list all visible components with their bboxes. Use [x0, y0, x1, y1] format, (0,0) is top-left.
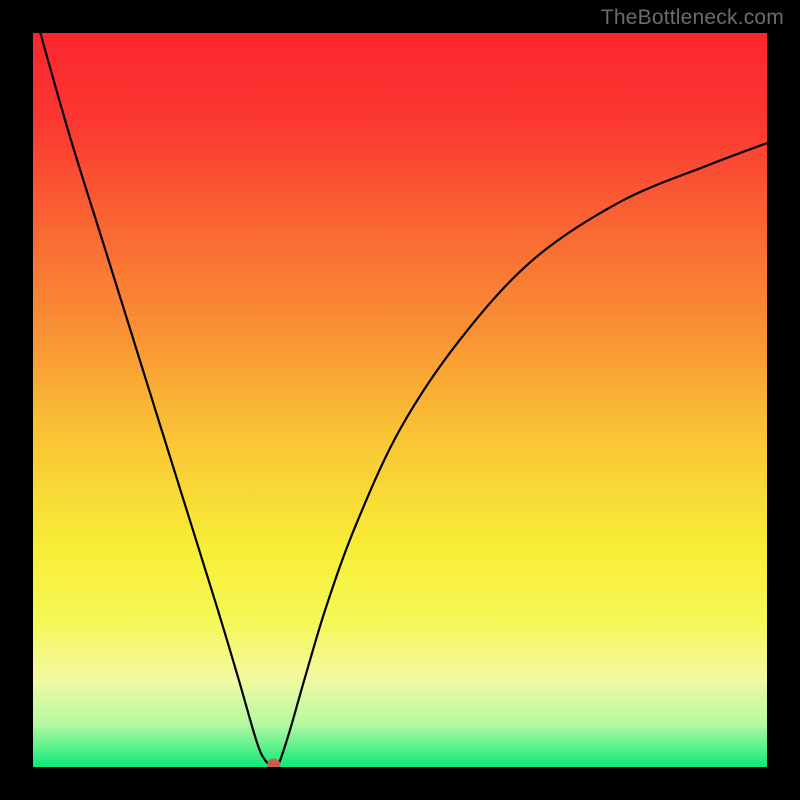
plot-area	[33, 33, 767, 767]
minimum-marker	[267, 759, 280, 767]
bottleneck-curve	[40, 33, 767, 767]
chart-frame: TheBottleneck.com	[0, 0, 800, 800]
watermark-text: TheBottleneck.com	[601, 6, 784, 30]
curve-layer	[33, 33, 767, 767]
